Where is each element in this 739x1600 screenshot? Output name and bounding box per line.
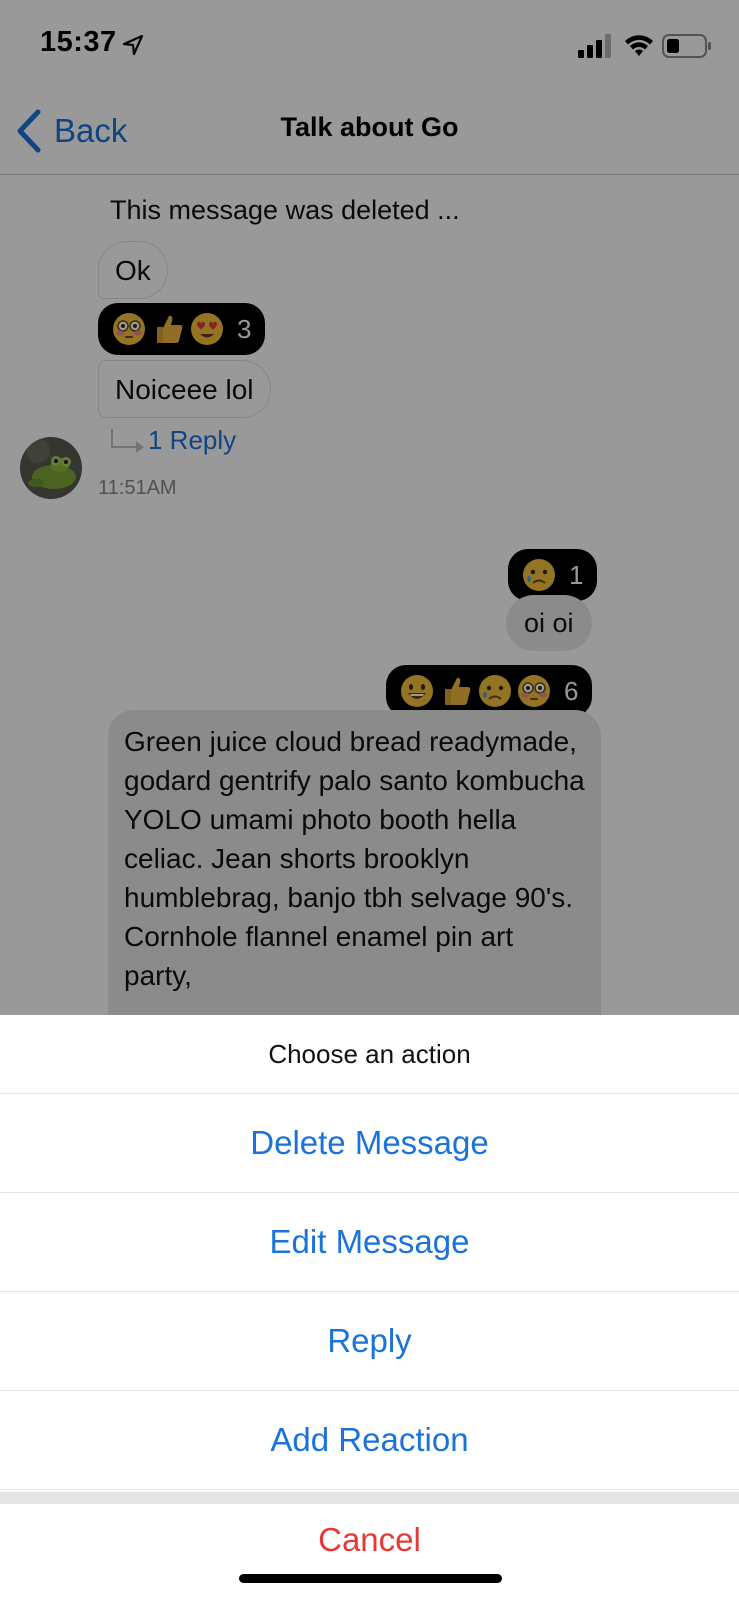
action-sheet-title: Choose an action [0, 1015, 739, 1094]
home-indicator[interactable] [239, 1574, 502, 1583]
chat-screen: 15:37 Back Talk about Go This message wa… [0, 0, 739, 1600]
reply-button[interactable]: Reply [0, 1292, 739, 1391]
action-sheet: Choose an action Delete Message Edit Mes… [0, 1015, 739, 1600]
add-reaction-button[interactable]: Add Reaction [0, 1391, 739, 1490]
edit-message-button[interactable]: Edit Message [0, 1193, 739, 1292]
delete-message-button[interactable]: Delete Message [0, 1094, 739, 1193]
action-sheet-divider [0, 1492, 739, 1504]
modal-backdrop[interactable] [0, 0, 739, 1015]
